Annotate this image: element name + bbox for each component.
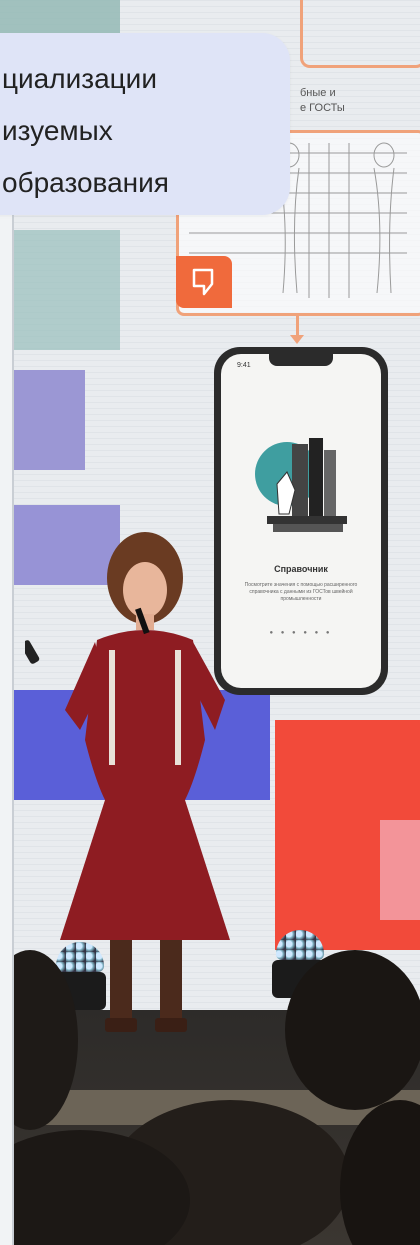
decor-pink-block	[380, 820, 420, 920]
audience-silhouettes	[0, 950, 420, 1245]
thumbs-down-icon	[176, 256, 232, 308]
diagram-caption: бные и е ГОСТы	[300, 86, 345, 117]
diagram-caption-line: бные и	[300, 87, 336, 99]
phone-time: 9:41	[237, 362, 251, 369]
side-panel-edge	[0, 205, 14, 1245]
photo: бные и е ГОСТы 9:41 Справочник Посмотрит…	[0, 0, 420, 1245]
slide-flow-box	[300, 0, 420, 68]
phone-notch	[269, 354, 333, 366]
flow-arrow	[290, 314, 304, 344]
books-illustration	[255, 438, 347, 532]
decor-teal-block	[0, 230, 120, 350]
caption-line: изуемых	[2, 115, 113, 146]
caption-line: образования	[2, 167, 169, 198]
caption-bubble: циализации изуемых образования	[0, 33, 290, 215]
diagram-caption-line: е ГОСТы	[300, 102, 345, 115]
caption-line: циализации	[2, 63, 157, 94]
